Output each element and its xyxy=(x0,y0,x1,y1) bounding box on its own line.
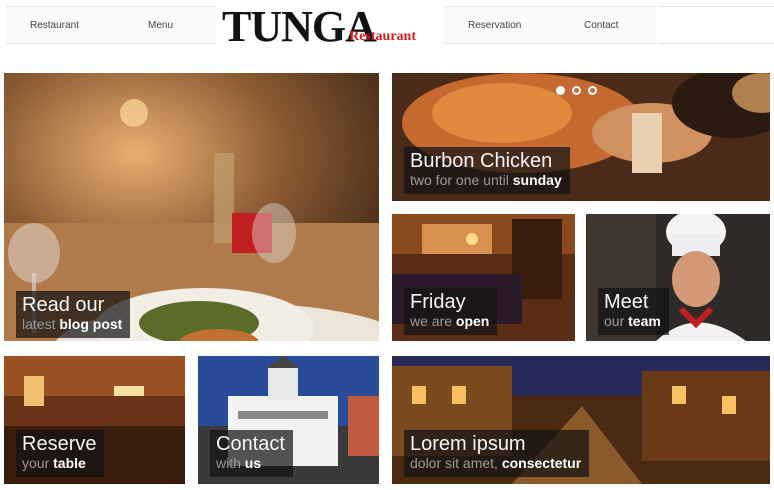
chicken-caption-sub: two for one until sunday xyxy=(410,172,562,188)
tile-lorem[interactable]: Lorem ipsum dolor sit amet, consectetur xyxy=(392,356,770,484)
contact-caption-sub: with us xyxy=(216,455,262,471)
slider-dot-1[interactable] xyxy=(556,86,565,95)
team-caption-sub: our team xyxy=(604,313,661,329)
slider-dot-3[interactable] xyxy=(588,86,597,95)
lorem-caption: Lorem ipsum dolor sit amet, consectetur xyxy=(404,430,590,477)
tile-burbon-chicken[interactable]: Burbon Chicken two for one until sunday xyxy=(392,73,770,201)
slider-dots xyxy=(556,82,604,100)
tile-reserve[interactable]: Reserve your table xyxy=(4,356,185,484)
tile-blog[interactable]: Read our latest blog post xyxy=(4,73,379,341)
chicken-caption: Burbon Chicken two for one until sunday xyxy=(404,147,570,194)
tile-contact[interactable]: Contact with us xyxy=(198,356,379,484)
nav-left-bar: Restaurant Menu xyxy=(6,6,216,44)
logo-sub-text: Restaurant xyxy=(349,29,416,44)
contact-caption-title: Contact xyxy=(216,433,285,455)
nav-right-bar: Reservation Contact xyxy=(444,6,656,44)
lorem-caption-title: Lorem ipsum xyxy=(410,433,526,455)
nav-menu-link[interactable]: Menu xyxy=(148,7,173,45)
friday-caption-sub: we are open xyxy=(410,313,490,329)
reserve-caption: Reserve your table xyxy=(16,430,105,477)
site-header: Restaurant Menu TUNGA Restaurant Reserva… xyxy=(0,0,774,62)
blog-caption: Read our latest blog post xyxy=(16,291,131,338)
tile-friday[interactable]: Friday we are open xyxy=(392,214,575,341)
nav-reservation-link[interactable]: Reservation xyxy=(468,7,521,45)
nav-restaurant-link[interactable]: Restaurant xyxy=(30,7,79,45)
blog-caption-sub: latest blog post xyxy=(22,316,123,332)
blog-caption-title: Read our xyxy=(22,294,105,316)
friday-caption-title: Friday xyxy=(410,291,466,313)
team-caption-title: Meet xyxy=(604,291,649,313)
friday-caption: Friday we are open xyxy=(404,288,498,335)
team-caption: Meet our team xyxy=(598,288,669,335)
tile-team[interactable]: Meet our team xyxy=(586,214,770,341)
reserve-caption-sub: your table xyxy=(22,455,86,471)
reserve-caption-title: Reserve xyxy=(22,433,97,455)
header-divider xyxy=(658,6,774,44)
chicken-caption-title: Burbon Chicken xyxy=(410,150,553,172)
nav-contact-link[interactable]: Contact xyxy=(584,7,618,45)
contact-caption: Contact with us xyxy=(210,430,293,477)
slider-dot-2[interactable] xyxy=(572,86,581,95)
lorem-caption-sub: dolor sit amet, consectetur xyxy=(410,455,582,471)
logo[interactable]: TUNGA Restaurant xyxy=(222,2,418,52)
